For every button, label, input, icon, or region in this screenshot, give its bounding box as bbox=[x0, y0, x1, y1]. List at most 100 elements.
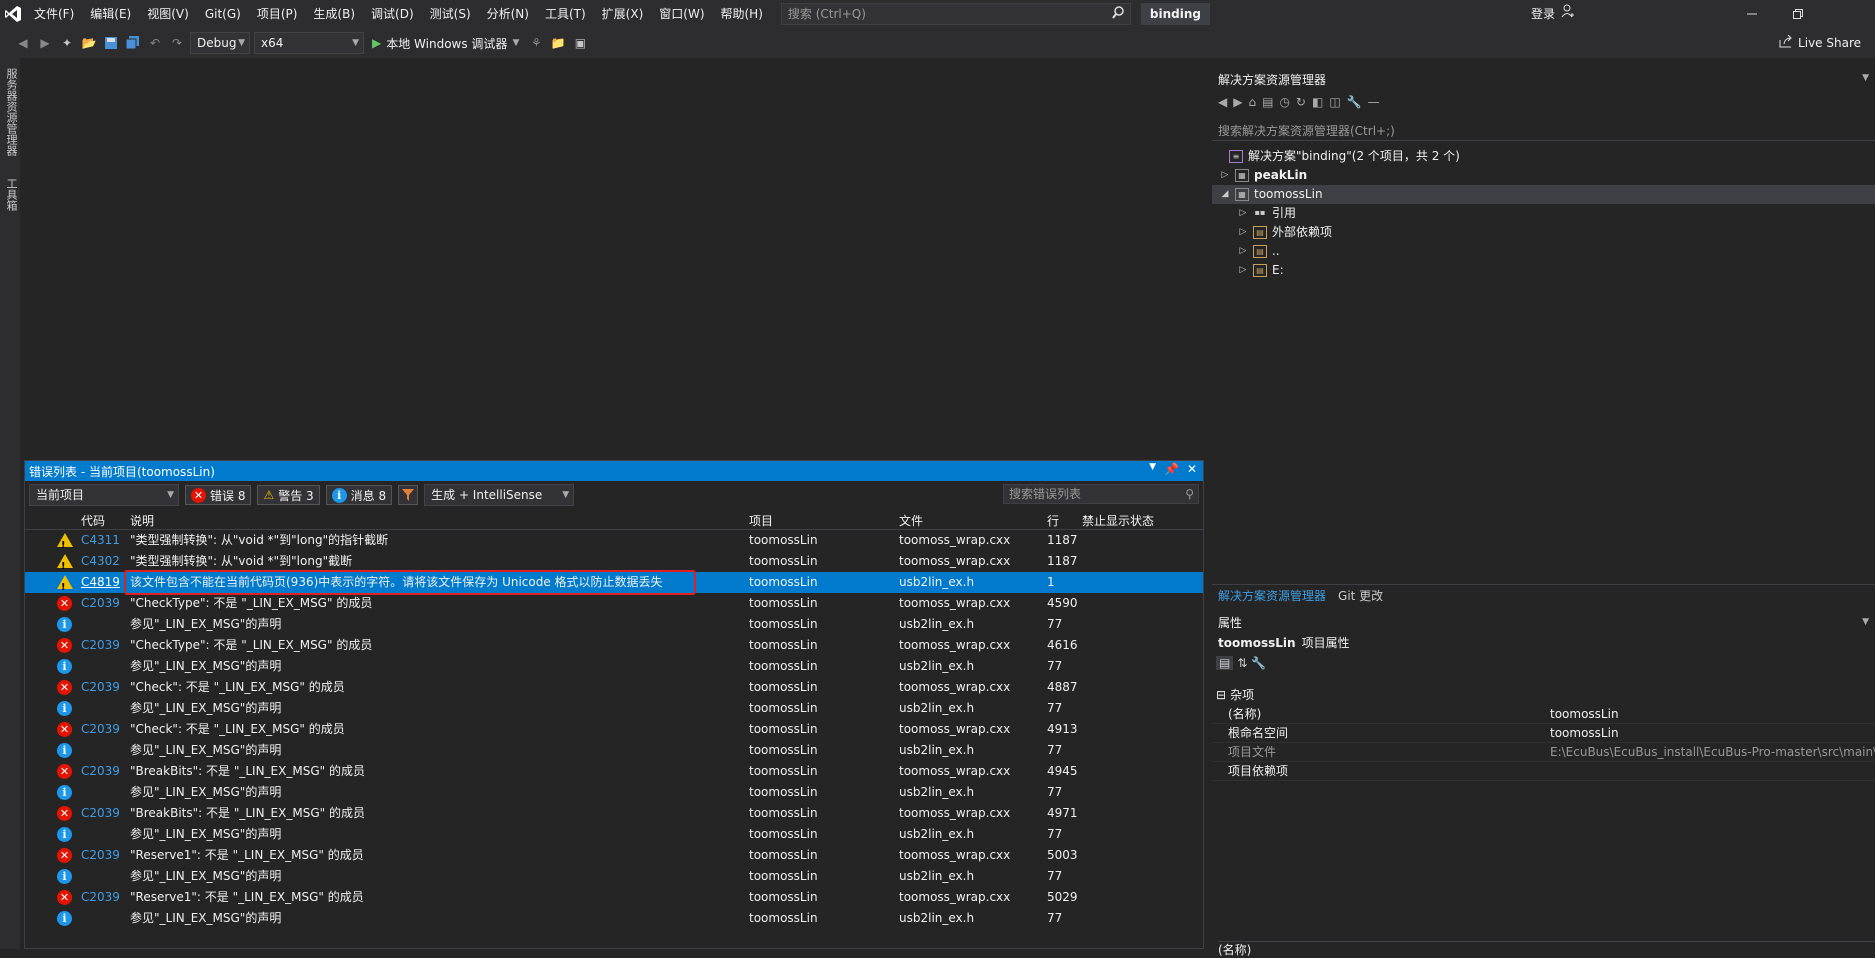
menu-project[interactable]: 项目(P) bbox=[249, 0, 306, 28]
category-misc[interactable]: ⊟ 杂项 bbox=[1216, 686, 1254, 705]
menu-file[interactable]: 文件(F) bbox=[26, 0, 82, 28]
dropdown-icon[interactable]: ▼ bbox=[1862, 73, 1869, 83]
menu-git[interactable]: Git(G) bbox=[197, 0, 249, 28]
menu-test[interactable]: 测试(S) bbox=[422, 0, 479, 28]
undo-icon[interactable]: ↶ bbox=[146, 34, 164, 52]
error-list-row[interactable]: i 参见"_LIN_EX_MSG"的声明 toomossLin usb2lin_ex.… bbox=[25, 782, 1203, 803]
error-list-row[interactable]: ✕ C2039 "BreakBits": 不是 "_LIN_EX_MSG" 的成员 t… bbox=[25, 761, 1203, 782]
solution-node[interactable]: ≡ 解决方案"binding"(2 个项目，共 2 个) bbox=[1212, 147, 1875, 166]
server-explorer-tab[interactable]: 服务器资源管理器 bbox=[3, 68, 19, 156]
preview-icon[interactable]: — bbox=[1368, 95, 1380, 109]
menu-extensions[interactable]: 扩展(X) bbox=[594, 0, 652, 28]
build-filter-select[interactable]: 生成 + IntelliSense ▼ bbox=[424, 484, 575, 506]
warnings-filter-button[interactable]: ⚠ 警告 3 bbox=[257, 485, 320, 505]
errors-filter-button[interactable]: ✕ 错误 8 bbox=[185, 485, 252, 505]
alphabetical-icon[interactable]: ⇅ bbox=[1237, 656, 1247, 670]
pending-changes-icon[interactable]: ◷ bbox=[1279, 95, 1289, 109]
menu-build[interactable]: 生成(B) bbox=[305, 0, 363, 28]
error-code[interactable]: C2039 bbox=[81, 887, 120, 908]
back-icon[interactable]: ◀ bbox=[1218, 95, 1227, 109]
start-debugging-button[interactable]: ▶ 本地 Windows 调试器 ▼ bbox=[368, 35, 523, 52]
navigate-back-icon[interactable]: ◀ bbox=[14, 34, 32, 52]
forward-icon[interactable]: ▶ bbox=[1233, 95, 1242, 109]
properties-wrench-icon[interactable]: 🔧 bbox=[1347, 95, 1362, 109]
menu-edit[interactable]: 编辑(E) bbox=[82, 0, 139, 28]
error-list-row[interactable]: ✕ C2039 "Reserve1": 不是 "_LIN_EX_MSG" 的成员 to… bbox=[25, 845, 1203, 866]
column-line[interactable]: 行 bbox=[1047, 512, 1059, 529]
solution-configuration-select[interactable]: Debug ▼ bbox=[190, 32, 250, 54]
error-list-row[interactable]: ✕ C2039 "Check": 不是 "_LIN_EX_MSG" 的成员 toomo… bbox=[25, 677, 1203, 698]
filter-icon[interactable] bbox=[398, 485, 419, 505]
live-share-button[interactable]: Live Share bbox=[1779, 34, 1861, 51]
column-project[interactable]: 项目 bbox=[749, 512, 773, 529]
menu-tools[interactable]: 工具(T) bbox=[537, 0, 594, 28]
collapse-icon[interactable]: ◢ bbox=[1220, 185, 1230, 204]
column-description[interactable]: 说明 bbox=[130, 512, 154, 529]
dropdown-icon[interactable]: ▼ bbox=[1862, 617, 1869, 627]
tree-item-parent-folder[interactable]: ▷ ▤ .. bbox=[1212, 242, 1875, 261]
error-code[interactable]: C2039 bbox=[81, 845, 120, 866]
solution-platform-select[interactable]: x64 ▼ bbox=[254, 32, 364, 54]
tree-item-drive-e[interactable]: ▷ ▤ E: bbox=[1212, 261, 1875, 280]
redo-icon[interactable]: ↷ bbox=[168, 34, 186, 52]
menu-window[interactable]: 窗口(W) bbox=[651, 0, 712, 28]
switch-views-icon[interactable]: ▤ bbox=[1262, 95, 1273, 109]
menu-analyze[interactable]: 分析(N) bbox=[479, 0, 537, 28]
expand-icon[interactable]: ▷ bbox=[1220, 166, 1230, 185]
menu-debug[interactable]: 调试(D) bbox=[363, 0, 422, 28]
restore-icon[interactable] bbox=[1775, 0, 1821, 28]
home-icon[interactable]: ⌂ bbox=[1248, 95, 1256, 109]
error-list-row[interactable]: ✕ C2039 "Check": 不是 "_LIN_EX_MSG" 的成员 toomo… bbox=[25, 719, 1203, 740]
pin-icon[interactable]: 📌 bbox=[1164, 462, 1179, 476]
menu-help[interactable]: 帮助(H) bbox=[713, 0, 771, 28]
error-list-row[interactable]: ! C4302 "类型强制转换": 从"void *"到"long"截断 toomos… bbox=[25, 551, 1203, 572]
error-code[interactable]: C4819 bbox=[81, 572, 120, 593]
error-list-row[interactable]: i 参见"_LIN_EX_MSG"的声明 toomossLin usb2lin_ex.… bbox=[25, 908, 1203, 929]
open-folder-icon[interactable]: 📂 bbox=[80, 34, 98, 52]
error-code[interactable]: C2039 bbox=[81, 677, 120, 698]
error-list-title-bar[interactable]: 错误列表 - 当前项目(toomossLin) ▼ 📌 ✕ bbox=[25, 461, 1203, 481]
save-icon[interactable] bbox=[102, 34, 120, 52]
show-all-files-icon[interactable]: ◫ bbox=[1329, 95, 1340, 109]
categorized-icon[interactable]: ▤ bbox=[1216, 656, 1234, 670]
sync-icon[interactable]: ↻ bbox=[1296, 95, 1306, 109]
expand-icon[interactable]: ▷ bbox=[1238, 223, 1248, 242]
error-list-row[interactable]: i 参见"_LIN_EX_MSG"的声明 toomossLin usb2lin_ex.… bbox=[25, 866, 1203, 887]
error-code[interactable]: C2039 bbox=[81, 803, 120, 824]
expand-icon[interactable]: ▷ bbox=[1238, 242, 1248, 261]
collapse-icon[interactable]: ⊟ bbox=[1216, 686, 1226, 705]
collapse-all-icon[interactable]: ◧ bbox=[1312, 95, 1323, 109]
scope-select[interactable]: 当前项目 ▼ bbox=[29, 484, 179, 506]
tree-item-peaklin[interactable]: ▷ ▦ peakLin bbox=[1212, 166, 1875, 185]
save-all-icon[interactable] bbox=[124, 34, 142, 52]
error-code[interactable]: C2039 bbox=[81, 635, 120, 656]
column-code[interactable]: 代码 bbox=[81, 512, 105, 529]
error-list-row[interactable]: i 参见"_LIN_EX_MSG"的声明 toomossLin usb2lin_ex.… bbox=[25, 698, 1203, 719]
error-code[interactable]: C2039 bbox=[81, 761, 120, 782]
new-project-icon[interactable]: ✦ bbox=[58, 34, 76, 52]
navigate-forward-icon[interactable]: ▶ bbox=[36, 34, 54, 52]
error-list-row[interactable]: i 参见"_LIN_EX_MSG"的声明 toomossLin usb2lin_ex.… bbox=[25, 656, 1203, 677]
column-suppression-state[interactable]: 禁止显示状态 bbox=[1082, 512, 1154, 529]
tab-git-changes[interactable]: Git 更改 bbox=[1332, 587, 1389, 604]
tree-item-toomosslin[interactable]: ◢ ▦ toomossLin bbox=[1212, 185, 1875, 204]
close-icon[interactable]: ✕ bbox=[1187, 462, 1197, 476]
hot-reload-icon[interactable]: ⚘ bbox=[527, 34, 545, 52]
error-list-row[interactable]: ✕ C2039 "CheckType": 不是 "_LIN_EX_MSG" 的成员 t… bbox=[25, 593, 1203, 614]
error-code[interactable]: C4311 bbox=[81, 530, 120, 551]
error-list-search-input[interactable]: 搜索错误列表 ⚲ bbox=[1003, 484, 1199, 504]
expand-icon[interactable]: ▷ bbox=[1238, 261, 1248, 280]
expand-icon[interactable]: ▷ bbox=[1238, 204, 1248, 223]
find-in-files-icon[interactable]: 📁 bbox=[549, 34, 567, 52]
error-list-row[interactable]: ✕ C2039 "CheckType": 不是 "_LIN_EX_MSG" 的成员 t… bbox=[25, 635, 1203, 656]
error-list-row[interactable]: ! C4311 "类型强制转换": 从"void *"到"long"的指针截断 too… bbox=[25, 530, 1203, 551]
sign-in-button[interactable]: 登录 bbox=[1531, 0, 1575, 28]
menu-view[interactable]: 视图(V) bbox=[139, 0, 197, 28]
solution-explorer-search-input[interactable]: 搜索解决方案资源管理器(Ctrl+;) bbox=[1212, 121, 1875, 141]
minimize-icon[interactable] bbox=[1729, 0, 1775, 28]
error-code[interactable]: C4302 bbox=[81, 551, 120, 572]
global-search-input[interactable]: 搜索 (Ctrl+Q) bbox=[780, 3, 1131, 25]
property-row[interactable]: 项目依赖项 bbox=[1212, 762, 1875, 781]
error-code[interactable]: C2039 bbox=[81, 593, 120, 614]
column-file[interactable]: 文件 bbox=[899, 512, 923, 529]
